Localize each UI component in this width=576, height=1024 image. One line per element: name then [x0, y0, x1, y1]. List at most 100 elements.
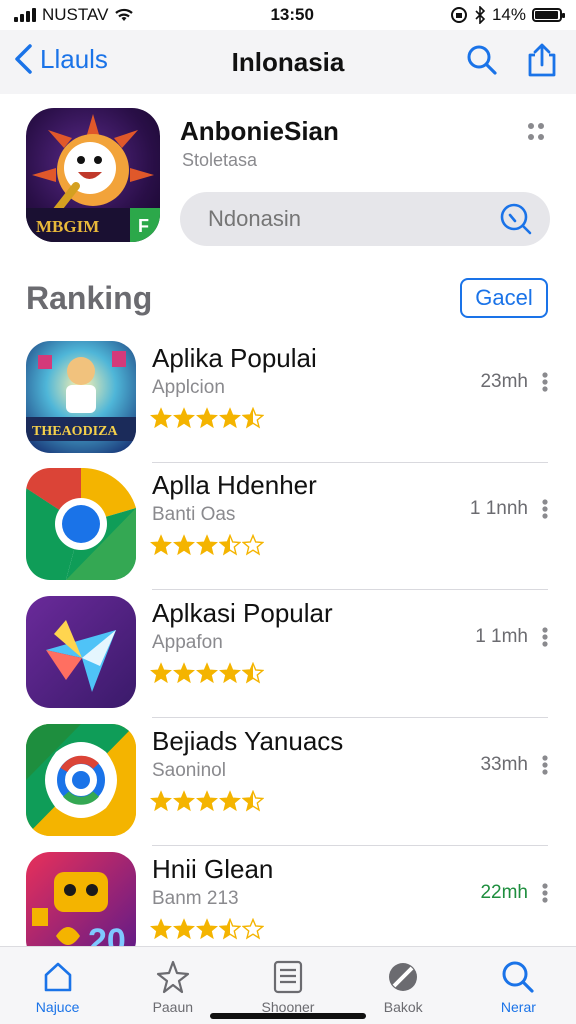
rating-stars: [150, 407, 264, 429]
app-meta: 23mh: [480, 371, 528, 392]
app-category: Saoninol: [152, 760, 226, 781]
star-filled-icon: [219, 662, 241, 684]
list-item[interactable]: Bejiads Yanuacs Saoninol 33mh: [0, 718, 576, 846]
app-meta: 1 1nnh: [469, 498, 528, 519]
orientation-lock-icon: [450, 7, 467, 23]
back-label: Llauls: [40, 43, 108, 74]
search-icon: [500, 203, 532, 235]
star-filled-icon: [150, 534, 172, 556]
star-filled-icon: [196, 918, 218, 940]
more-icon[interactable]: [540, 498, 550, 520]
app-category: Banm 213: [152, 888, 239, 909]
wifi-icon: [115, 8, 134, 21]
app-icon[interactable]: THEAODIZA: [26, 341, 136, 453]
more-icon[interactable]: [526, 120, 546, 144]
star-half-icon: [242, 407, 264, 429]
app-name: Aplkasi Popular: [152, 598, 333, 628]
app-category: Applcion: [152, 377, 225, 398]
more-icon[interactable]: [540, 371, 550, 393]
search-field[interactable]: [180, 192, 550, 246]
section-title: Ranking: [26, 280, 153, 316]
share-button[interactable]: [524, 42, 560, 78]
app-name: Aplika Populai: [152, 343, 317, 373]
nav-actions: [464, 42, 560, 78]
carrier-label: NUSTAV: [42, 5, 109, 24]
app-icon[interactable]: [26, 596, 136, 708]
star-empty-icon: [242, 918, 264, 940]
rating-stars: [150, 662, 264, 684]
featured-app-icon[interactable]: MBGIM F: [26, 108, 160, 242]
more-icon[interactable]: [540, 882, 550, 904]
more-icon[interactable]: [540, 754, 550, 776]
search-input[interactable]: [208, 206, 498, 232]
featured-app-subtitle: Stoletasa: [182, 150, 258, 170]
star-half-icon: [242, 790, 264, 812]
signal-icon: [14, 8, 36, 22]
search-submit-button[interactable]: [498, 201, 534, 237]
star-filled-icon: [173, 407, 195, 429]
app-icon[interactable]: [26, 724, 136, 836]
app-icon[interactable]: [26, 468, 136, 580]
search-button[interactable]: [464, 42, 500, 78]
list-item[interactable]: THEAODIZA Aplika Populai Applcion 23mh: [0, 335, 576, 463]
battery-icon: [531, 8, 565, 22]
app-meta: 22mh: [480, 882, 528, 903]
app-icon-text: THEAODIZA: [32, 424, 118, 439]
tab-home[interactable]: Najuce: [0, 947, 115, 1024]
app-meta: 1 1mh: [475, 626, 528, 647]
search-icon: [502, 961, 535, 993]
star-half-icon: [219, 534, 241, 556]
star-filled-icon: [173, 662, 195, 684]
status-bar: NUSTAV 13:50 14%: [0, 0, 576, 30]
star-filled-icon: [173, 918, 195, 940]
star-filled-icon: [173, 534, 195, 556]
no-entry-icon: [389, 963, 418, 991]
battery-level: [534, 11, 559, 19]
back-button[interactable]: Llauls: [12, 42, 108, 76]
star-half-icon: [219, 918, 241, 940]
app-meta: 33mh: [480, 754, 528, 775]
star-filled-icon: [150, 790, 172, 812]
tab-label: Paaun: [152, 999, 194, 1015]
star-filled-icon: [173, 790, 195, 812]
star-filled-icon: [196, 662, 218, 684]
star-empty-icon: [242, 534, 264, 556]
rating-stars: [150, 790, 264, 812]
nav-bar: Llauls Inlonasia: [0, 30, 576, 94]
featured-app-title: AnbonieSian: [180, 116, 339, 146]
tab-label: Bakok: [383, 999, 423, 1015]
star-filled-icon: [196, 534, 218, 556]
home-icon: [44, 962, 71, 992]
status-left: NUSTAV: [14, 5, 134, 25]
featured-app-card[interactable]: MBGIM F AnbonieSian Stoletasa: [0, 94, 576, 264]
star-filled-icon: [219, 407, 241, 429]
star-filled-icon: [150, 662, 172, 684]
status-time: 13:50: [270, 5, 314, 24]
app-name: Bejiads Yanuacs: [152, 726, 344, 756]
tab-search[interactable]: Nerar: [461, 947, 576, 1024]
tab-label: Najuce: [35, 999, 80, 1015]
status-right: 14%: [450, 5, 565, 25]
chevron-left-icon: [15, 44, 32, 74]
star-filled-icon: [196, 407, 218, 429]
rating-stars: [150, 918, 264, 940]
search-icon: [467, 45, 497, 75]
bluetooth-icon: [475, 6, 486, 24]
app-category: Appafon: [152, 632, 223, 653]
list-item[interactable]: Aplla Hdenher Banti Oas 1 1nnh: [0, 462, 576, 590]
app-category: Banti Oas: [152, 504, 236, 525]
star-outline-icon: [156, 960, 189, 994]
list-icon: [273, 960, 303, 994]
rating-stars: [150, 534, 264, 556]
share-icon: [528, 43, 556, 77]
star-filled-icon: [219, 790, 241, 812]
battery-percent: 14%: [491, 5, 526, 24]
home-indicator[interactable]: [210, 1013, 366, 1019]
star-half-icon: [242, 662, 264, 684]
star-filled-icon: [150, 918, 172, 940]
cancel-button[interactable]: Gacel: [460, 278, 548, 318]
list-item[interactable]: Aplkasi Popular Appafon 1 1mh: [0, 590, 576, 718]
featured-artwork: MBGIM F: [26, 114, 160, 242]
star-filled-icon: [150, 407, 172, 429]
more-icon[interactable]: [540, 626, 550, 648]
